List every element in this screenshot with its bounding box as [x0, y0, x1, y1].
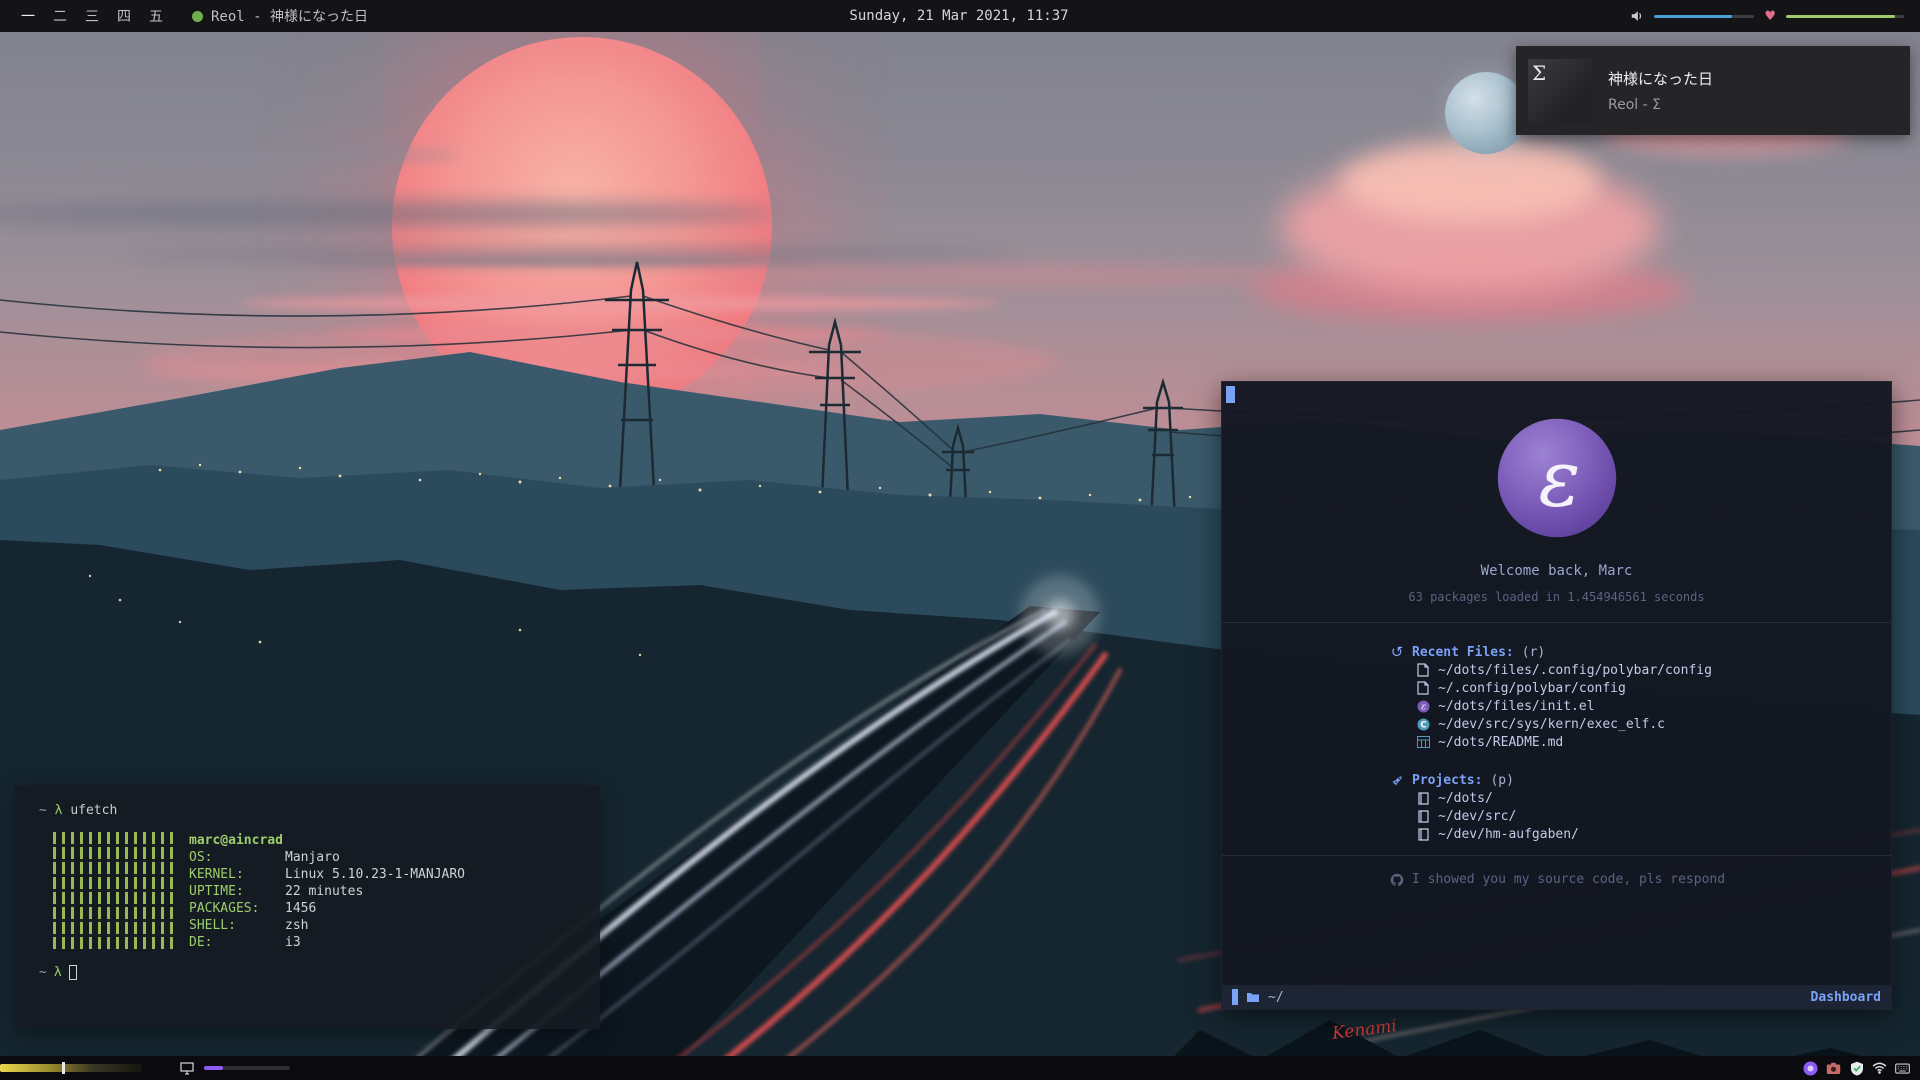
heart-icon[interactable]: ♥	[1764, 9, 1776, 24]
emacs-modeline: ~/ Dashboard	[1222, 985, 1891, 1009]
prompt-lambda: λ	[54, 965, 62, 980]
ufetch-field: KERNEL:Linux 5.10.23-1-MANJARO	[189, 866, 465, 883]
emacs-logo-wrap: ε	[1222, 415, 1891, 541]
wifi-tray-icon[interactable]	[1872, 1061, 1887, 1076]
date-time-label: Sunday, 21 Mar 2021, 11:37	[849, 8, 1068, 24]
readme-icon	[1416, 735, 1430, 749]
bottom-bar	[0, 1056, 1920, 1080]
projects-heading: Projects: (p)	[1390, 771, 1891, 789]
rocket-icon	[1390, 773, 1404, 787]
repo-icon	[1416, 809, 1430, 823]
file-icon	[1416, 681, 1430, 695]
history-icon: ↺	[1390, 645, 1404, 659]
top-bar: 一 二 三 四 五 Reol - 神様になった日 Sunday, 21 Mar …	[0, 0, 1920, 32]
notification-title: 神様になった日	[1608, 68, 1713, 89]
recent-file-link[interactable]: ε ~/dots/files/init.el	[1390, 697, 1891, 715]
command-text: ufetch	[70, 803, 117, 818]
workspace-2[interactable]: 二	[46, 6, 74, 26]
emacs-window[interactable]: ε Welcome back, Marc 63 packages loaded …	[1221, 381, 1892, 1010]
welcome-text: Welcome back, Marc	[1222, 563, 1891, 579]
system-tray	[1803, 1061, 1920, 1076]
recent-files-heading: ↺ Recent Files: (r)	[1390, 643, 1891, 661]
recent-file-link[interactable]: ~/dots/files/.config/polybar/config	[1390, 661, 1891, 679]
modeline-accent-bar	[1232, 989, 1238, 1005]
divider	[1222, 855, 1891, 856]
workspace-5[interactable]: 五	[142, 6, 170, 26]
brightness-handle[interactable]	[62, 1062, 65, 1074]
workspace-3[interactable]: 三	[78, 6, 106, 26]
desktop: Kenami 一 二 三 四 五 Reol - 神様になった日 Sunday, …	[0, 0, 1920, 1080]
project-link[interactable]: ~/dev/hm-aufgaben/	[1390, 825, 1891, 843]
terminal-window[interactable]: ~ λ ufetch marc@aincrad OS:Manjaro KERNE…	[15, 785, 600, 1029]
emacs-file-icon: ε	[1416, 699, 1430, 713]
now-playing-label: Reol - 神様になった日	[211, 6, 368, 26]
terminal-command-line: ~ λ ufetch	[39, 803, 576, 818]
modeline-mode: Dashboard	[1811, 990, 1881, 1005]
project-link[interactable]: ~/dev/src/	[1390, 807, 1891, 825]
svg-text:C: C	[1420, 720, 1426, 730]
recent-files-section: ↺ Recent Files: (r) ~/dots/files/.config…	[1222, 643, 1891, 751]
recent-file-link[interactable]: C ~/dev/src/sys/kern/exec_elf.c	[1390, 715, 1891, 733]
volume-slider[interactable]	[1654, 15, 1754, 18]
shield-check-tray-icon[interactable]	[1849, 1061, 1864, 1076]
app-tray-icon[interactable]	[1803, 1061, 1818, 1076]
notification-subtitle: Reol - Σ	[1608, 97, 1713, 113]
prompt-cwd: ~	[39, 803, 47, 818]
window-beacon	[1226, 386, 1235, 403]
keyboard-tray-icon[interactable]	[1895, 1061, 1910, 1076]
file-icon	[1416, 663, 1430, 677]
projects-section: Projects: (p) ~/dots/ ~/dev/src/ ~/dev/h…	[1222, 771, 1891, 843]
topbar-left-modules: 一 二 三 四 五 Reol - 神様になった日	[0, 6, 849, 26]
volume-icon[interactable]	[1630, 9, 1644, 23]
terminal-prompt[interactable]: ~ λ	[39, 965, 576, 980]
ufetch-field: OS:Manjaro	[189, 849, 465, 866]
prompt-lambda: λ	[55, 803, 63, 818]
ufetch-field: UPTIME:22 minutes	[189, 883, 465, 900]
moon	[1445, 72, 1527, 154]
user-host: marc@aincrad	[189, 832, 465, 849]
album-art: Σ	[1528, 59, 1592, 123]
ufetch-field: SHELL:zsh	[189, 917, 465, 934]
screen-slider[interactable]	[204, 1066, 290, 1070]
folder-icon	[1246, 990, 1260, 1004]
svg-text:ε: ε	[1421, 702, 1426, 712]
ufetch-field: DE:i3	[189, 934, 465, 951]
repo-icon	[1416, 827, 1430, 841]
recent-file-link[interactable]: ~/.config/polybar/config	[1390, 679, 1891, 697]
ufetch-field: PACKAGES:1456	[189, 900, 465, 917]
terminal-cursor	[69, 965, 77, 980]
ufetch-info: marc@aincrad OS:Manjaro KERNEL:Linux 5.1…	[189, 832, 465, 951]
screenshot-tray-icon[interactable]	[1826, 1061, 1841, 1076]
brightness-slider[interactable]	[0, 1064, 142, 1072]
emacs-logo-icon: ε	[1494, 415, 1620, 541]
dashboard-footer: I showed you my source code, pls respond	[1222, 872, 1891, 887]
c-source-icon: C	[1416, 717, 1430, 731]
workspace-4[interactable]: 四	[110, 6, 138, 26]
notification-text: 神様になった日 Reol - Σ	[1608, 68, 1713, 113]
svg-text:ε: ε	[1538, 434, 1580, 525]
ufetch-output: marc@aincrad OS:Manjaro KERNEL:Linux 5.1…	[39, 832, 576, 951]
manjaro-ascii-logo	[53, 832, 173, 950]
footer-message: I showed you my source code, pls respond	[1412, 872, 1725, 887]
workspace-1[interactable]: 一	[14, 6, 42, 26]
recent-file-link[interactable]: ~/dots/README.md	[1390, 733, 1891, 751]
music-notification[interactable]: Σ 神様になった日 Reol - Σ	[1516, 46, 1910, 135]
now-playing-module[interactable]: Reol - 神様になった日	[192, 6, 368, 26]
screen-icon	[180, 1061, 194, 1075]
project-link[interactable]: ~/dots/	[1390, 789, 1891, 807]
modeline-path: ~/	[1268, 990, 1284, 1005]
music-status-icon	[192, 11, 203, 22]
divider	[1222, 622, 1891, 623]
github-icon	[1390, 873, 1404, 887]
load-info-text: 63 packages loaded in 1.454946561 second…	[1222, 590, 1891, 604]
prompt-cwd: ~	[39, 965, 47, 980]
repo-icon	[1416, 791, 1430, 805]
song-progress-slider[interactable]	[1786, 15, 1904, 18]
clock-module: Sunday, 21 Mar 2021, 11:37	[849, 8, 1068, 24]
album-art-glyph: Σ	[1532, 61, 1546, 85]
topbar-right-modules: ♥	[1069, 9, 1920, 24]
